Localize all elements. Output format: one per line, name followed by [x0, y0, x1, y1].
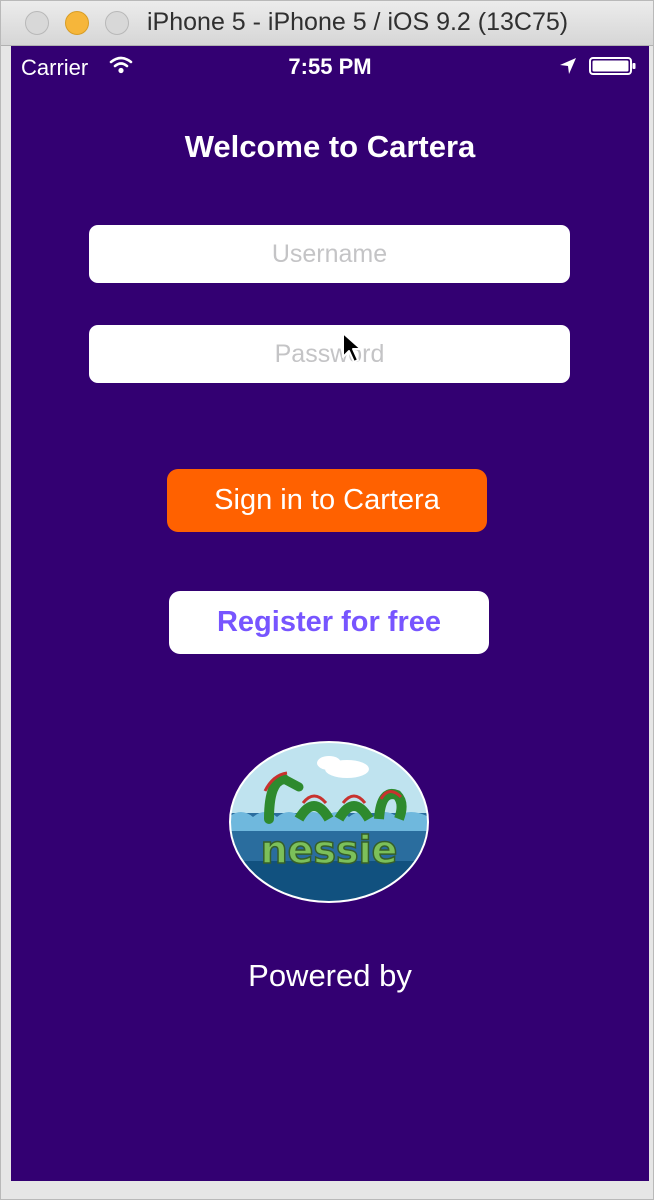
window-title: iPhone 5 - iPhone 5 / iOS 9.2 (13C75) — [147, 8, 569, 36]
powered-by-label: Powered by — [248, 958, 412, 993]
username-input[interactable] — [89, 225, 570, 283]
register-button[interactable]: Register for free — [169, 591, 489, 654]
window-titlebar: iPhone 5 - iPhone 5 / iOS 9.2 (13C75) — [1, 1, 653, 46]
status-time: 7:55 PM — [288, 54, 372, 79]
signin-button[interactable]: Sign in to Cartera — [167, 469, 487, 532]
window-minimize-button[interactable] — [65, 11, 89, 35]
mouse-cursor-icon — [342, 332, 362, 363]
svg-text:nessie: nessie — [261, 828, 398, 872]
window-close-button[interactable] — [25, 11, 49, 35]
password-input[interactable] — [89, 325, 570, 383]
simulator-window: iPhone 5 - iPhone 5 / iOS 9.2 (13C75) Ca… — [0, 0, 654, 1200]
location-arrow-icon — [560, 58, 576, 74]
welcome-title: Welcome to Cartera — [184, 129, 476, 164]
nessie-logo: nessie — [229, 741, 429, 903]
window-zoom-button[interactable] — [105, 11, 129, 35]
phone-screen: Carrier 7:55 PM Welcome to Cartera Sign … — [11, 46, 649, 1181]
battery-icon — [589, 57, 636, 75]
